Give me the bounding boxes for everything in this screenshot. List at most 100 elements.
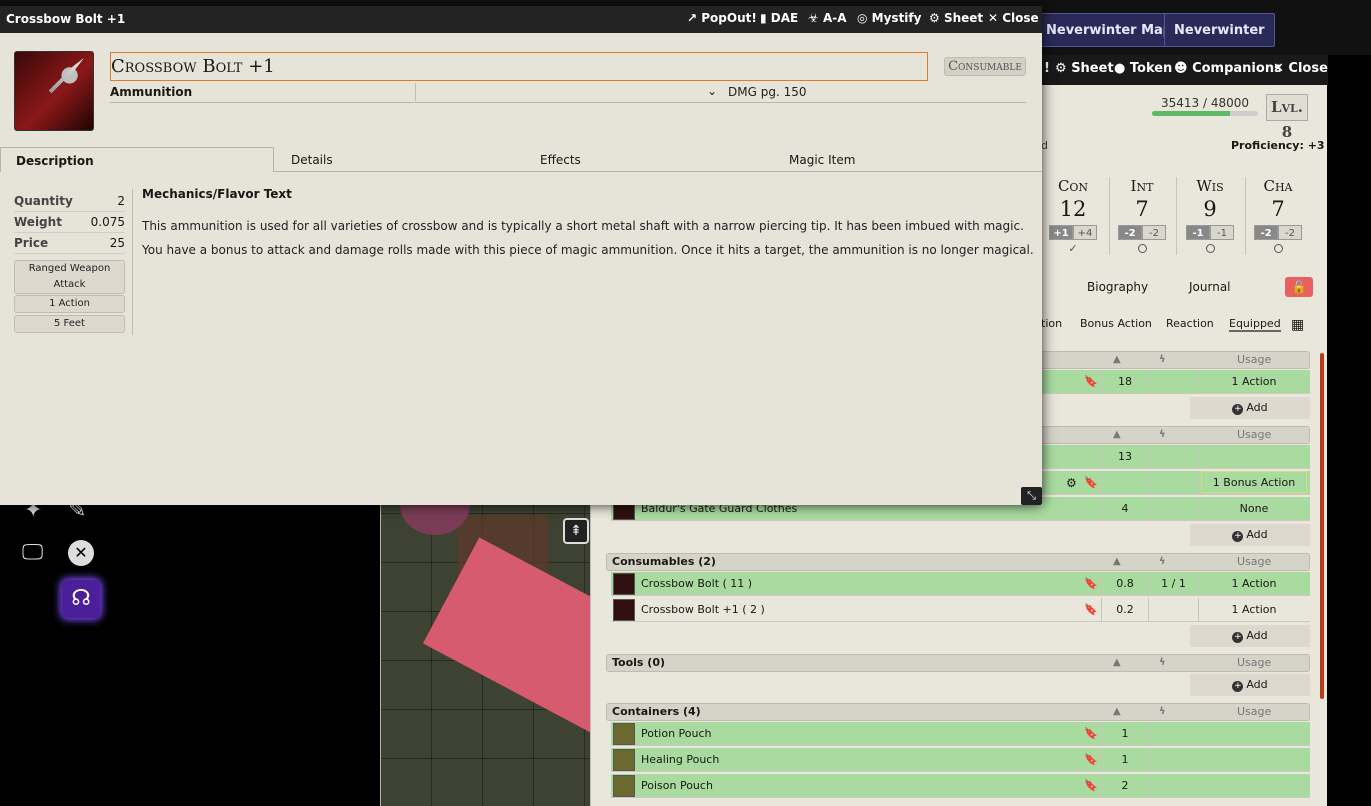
item-name[interactable]: Healing Pouch [641, 748, 719, 772]
ability-mod[interactable]: -2 [1118, 225, 1142, 240]
checkmark-icon[interactable]: ✓ [1040, 242, 1106, 255]
tools-header[interactable]: Tools (0) ▲ ϟ Usage [606, 654, 1310, 672]
quantity-value[interactable]: 2 [117, 194, 125, 208]
save-mod[interactable]: -2 [1142, 225, 1166, 240]
section-title: Tools (0) [612, 656, 666, 669]
item-charges [1149, 497, 1199, 521]
close-button[interactable]: ✕ Close [1273, 61, 1328, 76]
grid-view-icon[interactable]: ▦ [1291, 317, 1304, 333]
token-button[interactable]: ● Token [1114, 61, 1172, 76]
unlock-icon[interactable]: 🔓 [1285, 277, 1313, 297]
popout-button[interactable]: ↗ PopOut! [687, 11, 757, 25]
tab-magic-item[interactable]: Magic Item [789, 153, 855, 167]
inventory-scrollbar[interactable] [1320, 353, 1324, 699]
save-mod[interactable]: -1 [1210, 225, 1234, 240]
filter-bonus-action[interactable]: Bonus Action [1080, 317, 1152, 330]
bookmark-icon[interactable]: 🔖 [1084, 471, 1098, 495]
list-item[interactable]: Crossbow Bolt ( 11 ) 🔖 0.8 1 / 1 1 Actio… [611, 572, 1310, 596]
bookmark-icon[interactable]: 🔖 [1084, 572, 1098, 596]
bookmark-icon[interactable]: 🔖 [1084, 774, 1098, 798]
description-paragraph[interactable]: You have a bonus to attack and damage ro… [142, 243, 1034, 257]
scene-tab-neverwinter-map[interactable]: Neverwinter Map [1036, 13, 1183, 47]
ability-cha[interactable]: Cha 7 -2 -2 [1245, 177, 1311, 253]
list-item[interactable]: Healing Pouch 🔖 1 [611, 748, 1310, 772]
item-usage: 1 Action [1231, 577, 1277, 590]
bookmark-icon[interactable]: 🔖 [1084, 370, 1098, 394]
proficiency-circle-icon[interactable] [1273, 244, 1283, 253]
effect-icon[interactable]: ⚙ [1066, 471, 1077, 495]
item-thumbnail [613, 775, 635, 797]
close-circle-icon[interactable]: ✕ [68, 540, 94, 566]
sheet-button[interactable]: ⚙ Sheet [929, 11, 983, 25]
tab-description[interactable]: Description [0, 147, 274, 172]
source-field[interactable]: DMG pg. 150 [728, 85, 806, 99]
add-item-button[interactable]: + Add [1190, 397, 1310, 419]
weight-icon: ▲ [1113, 354, 1121, 365]
companions-button[interactable]: ☻ Companions [1174, 61, 1282, 76]
ability-mod[interactable]: -2 [1254, 225, 1278, 240]
ability-mod[interactable]: +1 [1049, 225, 1073, 240]
window-header[interactable]: Crossbow Bolt +1 ↗ PopOut! ▮ DAE ☣ A-A ◎… [0, 6, 1042, 33]
sheet-button[interactable]: ⚙ Sheet [1055, 61, 1114, 76]
item-name[interactable]: Crossbow Bolt +1 ( 2 ) [641, 598, 765, 622]
weight-row[interactable]: Weight 0.075 [14, 212, 125, 233]
bookmark-icon[interactable]: 🔖 [1084, 598, 1098, 622]
filter-equipped[interactable]: Equipped [1229, 317, 1281, 332]
list-item[interactable]: Crossbow Bolt +1 ( 2 ) 🔖 0.2 1 Action [611, 598, 1310, 622]
ability-name: Cha [1263, 177, 1293, 195]
quantity-label: Quantity [14, 194, 73, 208]
save-mod[interactable]: +4 [1073, 225, 1097, 240]
description-paragraph[interactable]: This ammunition is used for all varietie… [142, 219, 1024, 233]
proficiency-circle-icon[interactable] [1137, 244, 1147, 253]
tab-biography[interactable]: Biography [1087, 280, 1148, 294]
item-quantity: 1 [1101, 748, 1149, 772]
mystify-button[interactable]: ◎ Mystify [857, 11, 921, 25]
add-item-button[interactable]: + Add [1190, 625, 1310, 647]
item-charges [1149, 445, 1199, 469]
scene-tab-neverwinter[interactable]: Neverwinter [1164, 13, 1275, 47]
subtype-select[interactable]: ⌄ [415, 83, 722, 101]
monitor-icon[interactable]: 🖵 [22, 540, 43, 565]
consumables-header[interactable]: Consumables (2) ▲ ϟ Usage [606, 553, 1310, 571]
ability-int[interactable]: Int 7 -2 -2 [1109, 177, 1175, 253]
save-mod[interactable]: -2 [1278, 225, 1302, 240]
level-badge: Lvl. 8 [1266, 94, 1308, 141]
add-item-button[interactable]: + Add [1190, 524, 1310, 546]
item-name[interactable]: Poison Pouch [641, 774, 713, 798]
activation-pill: 1 Action [14, 295, 125, 313]
price-row[interactable]: Price 25 [14, 233, 125, 254]
item-name-input[interactable]: Crossbow Bolt +1 [110, 52, 928, 81]
bookmark-icon[interactable]: 🔖 [1084, 748, 1098, 772]
tab-details[interactable]: Details [291, 153, 333, 167]
list-item[interactable]: Poison Pouch 🔖 2 [611, 774, 1310, 798]
ability-wis[interactable]: Wis 9 -1 -1 [1177, 177, 1243, 253]
add-item-button[interactable]: + Add [1190, 674, 1310, 696]
proficiency-circle-icon[interactable] [1205, 244, 1215, 253]
tab-journal[interactable]: Journal [1189, 280, 1231, 294]
item-name[interactable]: Crossbow Bolt ( 11 ) [641, 572, 752, 596]
tab-effects[interactable]: Effects [540, 153, 581, 167]
price-value[interactable]: 25 [110, 236, 125, 250]
active-tool-icon[interactable]: ☊ [62, 580, 100, 618]
quantity-row[interactable]: Quantity 2 [14, 191, 125, 212]
containers-header[interactable]: Containers (4) ▲ ϟ Usage [606, 703, 1310, 721]
filter-reaction[interactable]: Reaction [1166, 317, 1214, 330]
dae-button[interactable]: ▮ DAE [760, 11, 798, 25]
bookmark-icon[interactable]: 🔖 [1084, 722, 1098, 746]
close-button[interactable]: ✕ Close [988, 11, 1039, 25]
filter-action[interactable]: tion [1041, 317, 1062, 330]
weight-value[interactable]: 0.075 [91, 215, 125, 229]
item-image[interactable] [14, 51, 94, 131]
consumable-type-label[interactable]: Ammunition [110, 85, 192, 99]
item-quantity: 18 [1101, 370, 1149, 394]
ability-mod[interactable]: -1 [1186, 225, 1210, 240]
automated-animations-button[interactable]: ☣ A-A [808, 11, 847, 25]
item-quantity [1101, 471, 1149, 495]
charges-icon: ϟ [1159, 429, 1166, 440]
ability-con[interactable]: Con 12 +1 +4 ✓ [1040, 177, 1106, 255]
list-item[interactable]: Potion Pouch 🔖 1 [611, 722, 1310, 746]
weight-icon: ▲ [1113, 556, 1121, 567]
item-name[interactable]: Potion Pouch [641, 722, 712, 746]
layers-icon[interactable]: ⇞ [563, 518, 589, 544]
resize-handle-icon[interactable]: ⤡ [1021, 487, 1042, 505]
